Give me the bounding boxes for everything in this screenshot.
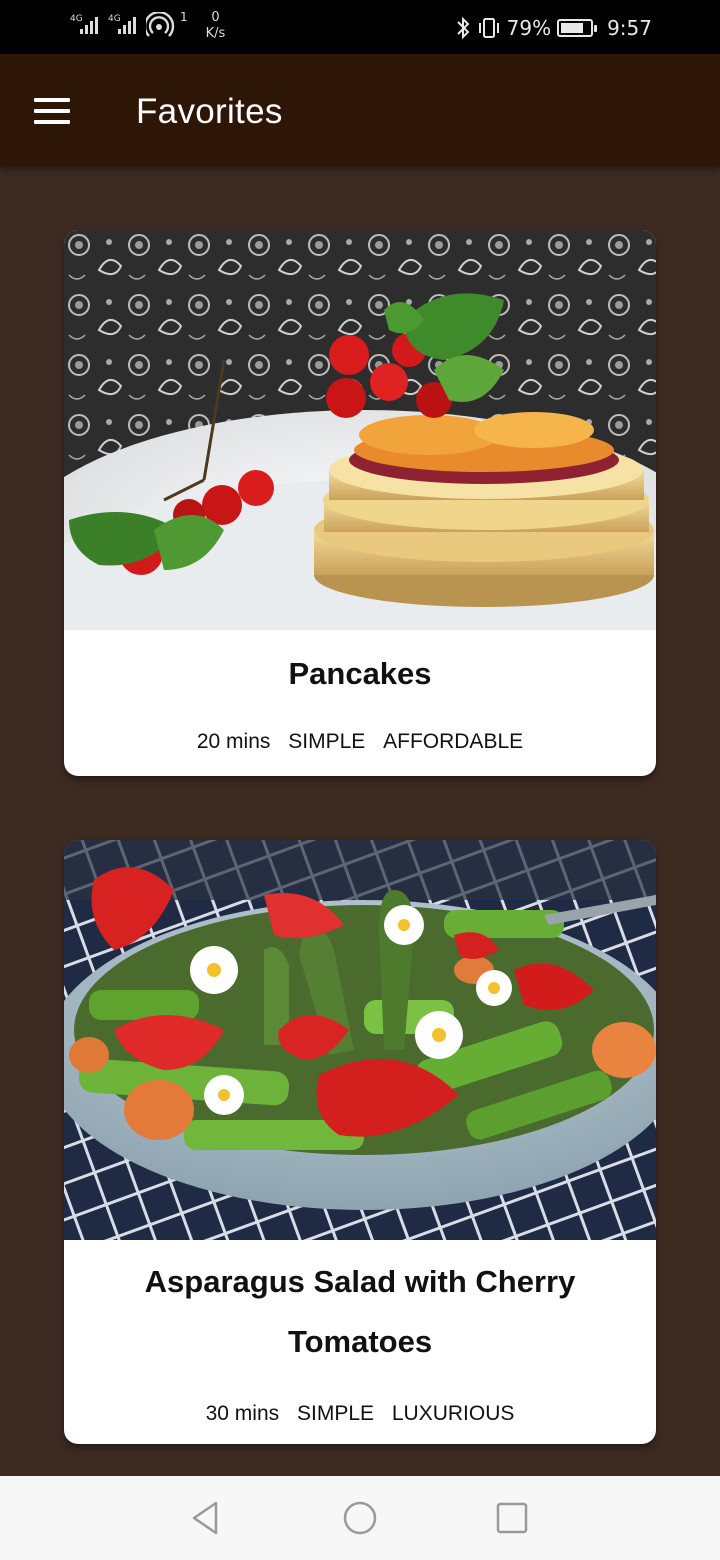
battery-percent: 79% (506, 16, 552, 40)
bluetooth-icon (456, 16, 470, 40)
meal-affordability: LUXURIOUS (391, 1402, 515, 1425)
battery-icon (557, 19, 598, 37)
app-bar: Favorites (0, 54, 720, 166)
circle-home-icon[interactable] (342, 1500, 378, 1536)
meal-meta: 20 mins SIMPLE AFFORDABLE (64, 730, 656, 754)
hotspot-count: 1 (180, 10, 188, 24)
cellular-signal-1-icon: 4G (70, 8, 104, 38)
triangle-back-icon[interactable] (188, 1500, 224, 1536)
battery-fill (561, 23, 584, 33)
hamburger-menu-icon[interactable] (34, 98, 70, 124)
hotspot-icon (146, 12, 175, 37)
vibrate-icon (478, 18, 499, 38)
cellular-signal-2-icon: 4G (108, 8, 142, 38)
meal-card-pancakes[interactable]: Pancakes 20 mins SIMPLE AFFORDABLE (64, 230, 656, 776)
meal-complexity: SIMPLE (288, 730, 366, 753)
meal-image-pancakes (64, 230, 656, 630)
meal-meta: 30 mins SIMPLE LUXURIOUS (64, 1402, 656, 1426)
meal-title: Pancakes (288, 656, 432, 691)
meal-title: Asparagus Salad with Cherry Tomatoes (144, 1264, 576, 1359)
meal-duration: 30 mins (205, 1402, 280, 1425)
meal-duration: 20 mins (196, 730, 271, 753)
page-title: Favorites (136, 92, 283, 131)
square-recents-icon[interactable] (494, 1500, 530, 1536)
clock: 9:57 (607, 16, 652, 40)
meal-affordability: AFFORDABLE (383, 730, 524, 753)
meal-image-asparagus-salad (64, 840, 656, 1240)
system-nav-bar (0, 1476, 720, 1560)
meal-complexity: SIMPLE (296, 1402, 375, 1425)
meal-card-asparagus-salad[interactable]: Asparagus Salad with Cherry Tomatoes 30 … (64, 840, 656, 1444)
favorites-list[interactable]: Pancakes 20 mins SIMPLE AFFORDABLE Aspar… (0, 166, 720, 1476)
network-speed: 0 K/s (205, 10, 226, 41)
status-bar: 4G 4G 1 0 K/s 79% 9:57 (0, 0, 720, 54)
